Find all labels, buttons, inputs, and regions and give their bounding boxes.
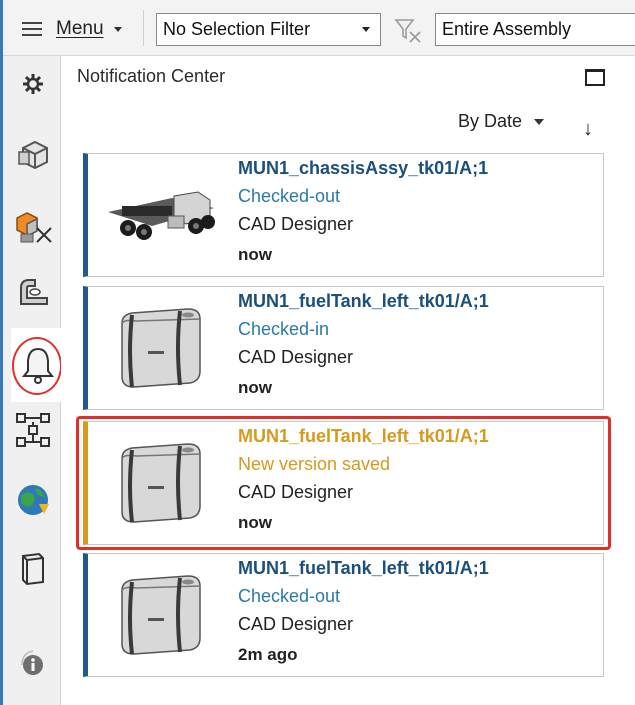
globe-icon[interactable] xyxy=(11,478,55,522)
menu-button[interactable]: Menu xyxy=(22,14,122,44)
chevron-down-icon xyxy=(113,26,122,32)
filter-clear-icon[interactable] xyxy=(393,16,423,44)
selection-filter-value: No Selection Filter xyxy=(163,19,311,39)
book-icon[interactable] xyxy=(11,546,55,590)
fuel-tank-thumbnail xyxy=(121,308,201,388)
chevron-down-icon xyxy=(362,27,370,32)
notification-time: now xyxy=(238,245,272,264)
notification-status: Checked-out xyxy=(238,186,341,206)
notification-user: CAD Designer xyxy=(238,214,354,234)
assembly-icon[interactable] xyxy=(11,204,55,248)
sort-direction-button[interactable]: ↓ xyxy=(583,118,593,141)
notification-card[interactable]: MUN1_fuelTank_left_tk01/A;1 Checked-in C… xyxy=(83,286,604,410)
notification-title[interactable]: MUN1_chassisAssy_tk01/A;1 xyxy=(238,158,488,179)
sort-label: By Date xyxy=(458,111,523,131)
sheet-metal-icon[interactable] xyxy=(11,272,55,316)
notification-card[interactable]: MUN1_chassisAssy_tk01/A;1 Checked-out CA… xyxy=(83,153,604,277)
part-icon[interactable] xyxy=(11,132,55,176)
annotation-circle xyxy=(12,337,62,395)
notification-user: CAD Designer xyxy=(238,347,354,367)
annotation-rectangle xyxy=(76,416,611,550)
notification-title[interactable]: MUN1_fuelTank_left_tk01/A;1 xyxy=(238,291,489,312)
notification-card[interactable]: MUN1_fuelTank_left_tk01/A;1 Checked-out … xyxy=(83,553,604,677)
toolbar: Menu No Selection Filter Entire Assembly xyxy=(0,0,635,56)
notification-time: now xyxy=(238,378,272,397)
scope-value: Entire Assembly xyxy=(442,19,572,39)
notification-center-panel: Notification Center By Date ↓ MUN1_chass… xyxy=(61,56,635,705)
menu-label: Menu xyxy=(56,18,104,39)
window-accent-bar xyxy=(0,0,3,705)
hamburger-icon xyxy=(22,22,42,36)
notification-status: Checked-in xyxy=(238,319,330,339)
scope-dropdown[interactable]: Entire Assembly xyxy=(435,13,635,46)
gear-icon[interactable] xyxy=(11,62,55,106)
toolbar-divider xyxy=(143,10,144,46)
sort-dropdown[interactable]: By Date xyxy=(458,111,545,132)
notification-time: 2m ago xyxy=(238,645,298,664)
notification-user: CAD Designer xyxy=(238,614,354,634)
structure-tree-icon[interactable] xyxy=(11,408,55,452)
fuel-tank-thumbnail xyxy=(121,575,201,655)
chassis-thumbnail xyxy=(108,191,215,240)
panel-title: Notification Center xyxy=(77,66,226,86)
notification-status: Checked-out xyxy=(238,586,341,606)
notification-title[interactable]: MUN1_fuelTank_left_tk01/A;1 xyxy=(238,558,489,579)
maximize-icon[interactable] xyxy=(585,69,605,86)
selection-filter-dropdown[interactable]: No Selection Filter xyxy=(156,13,381,46)
info-icon[interactable] xyxy=(11,640,55,684)
chevron-down-icon xyxy=(534,118,545,125)
